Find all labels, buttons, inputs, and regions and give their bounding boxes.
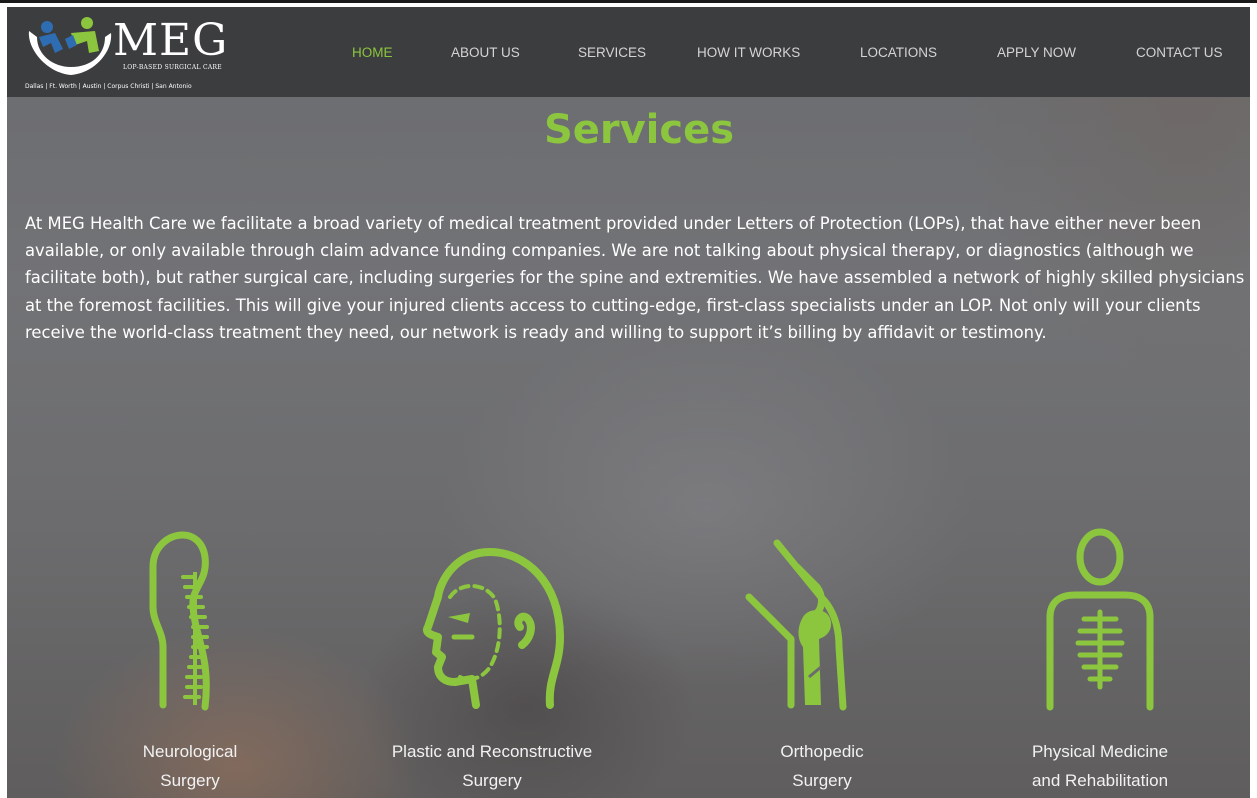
- service-line1: Neurological: [142, 742, 238, 761]
- nav-about-us[interactable]: ABOUT US: [451, 45, 520, 60]
- service-label: Plastic and Reconstructive Surgery: [362, 737, 622, 795]
- main-nav: HOME ABOUT US SERVICES HOW IT WORKS LOCA…: [7, 45, 1250, 65]
- service-line1: Orthopedic: [780, 742, 864, 761]
- service-line2: Surgery: [160, 771, 220, 790]
- page-title: Services: [543, 107, 735, 153]
- services-intro-text: At MEG Health Care we facilitate a broad…: [25, 214, 1245, 342]
- service-label: Neurological Surgery: [95, 737, 285, 795]
- nav-apply-now[interactable]: APPLY NOW: [997, 45, 1076, 60]
- window-top-border: [0, 0, 1257, 3]
- service-line2: and Rehabilitation: [1031, 771, 1169, 790]
- service-line1: Physical Medicine: [1031, 742, 1169, 761]
- spine-icon: [149, 531, 210, 711]
- service-line1: Plastic and Reconstructive: [391, 742, 593, 761]
- nav-locations[interactable]: LOCATIONS: [860, 45, 937, 60]
- page-frame: MEG LOP-BASED SURGICAL CARE Dallas | Ft.…: [7, 7, 1250, 798]
- body-ribcage-icon: [1046, 528, 1154, 711]
- service-line2: Surgery: [792, 771, 852, 790]
- nav-home[interactable]: HOME: [352, 45, 393, 60]
- nav-how-it-works[interactable]: HOW IT WORKS: [697, 45, 800, 60]
- brand-tagline: LOP-BASED SURGICAL CARE: [123, 64, 222, 71]
- nav-services[interactable]: SERVICES: [578, 45, 646, 60]
- service-label: Orthopedic Surgery: [727, 737, 917, 795]
- service-label: Physical Medicine and Rehabilitation: [995, 737, 1205, 795]
- knee-joint-icon: [745, 539, 847, 711]
- site-header: MEG LOP-BASED SURGICAL CARE Dallas | Ft.…: [7, 7, 1250, 97]
- brand-cities: Dallas | Ft. Worth | Austin | Corpus Chr…: [25, 83, 192, 90]
- face-profile-icon: [423, 548, 564, 709]
- nav-contact-us[interactable]: CONTACT US: [1136, 45, 1223, 60]
- service-line2: Surgery: [462, 771, 522, 790]
